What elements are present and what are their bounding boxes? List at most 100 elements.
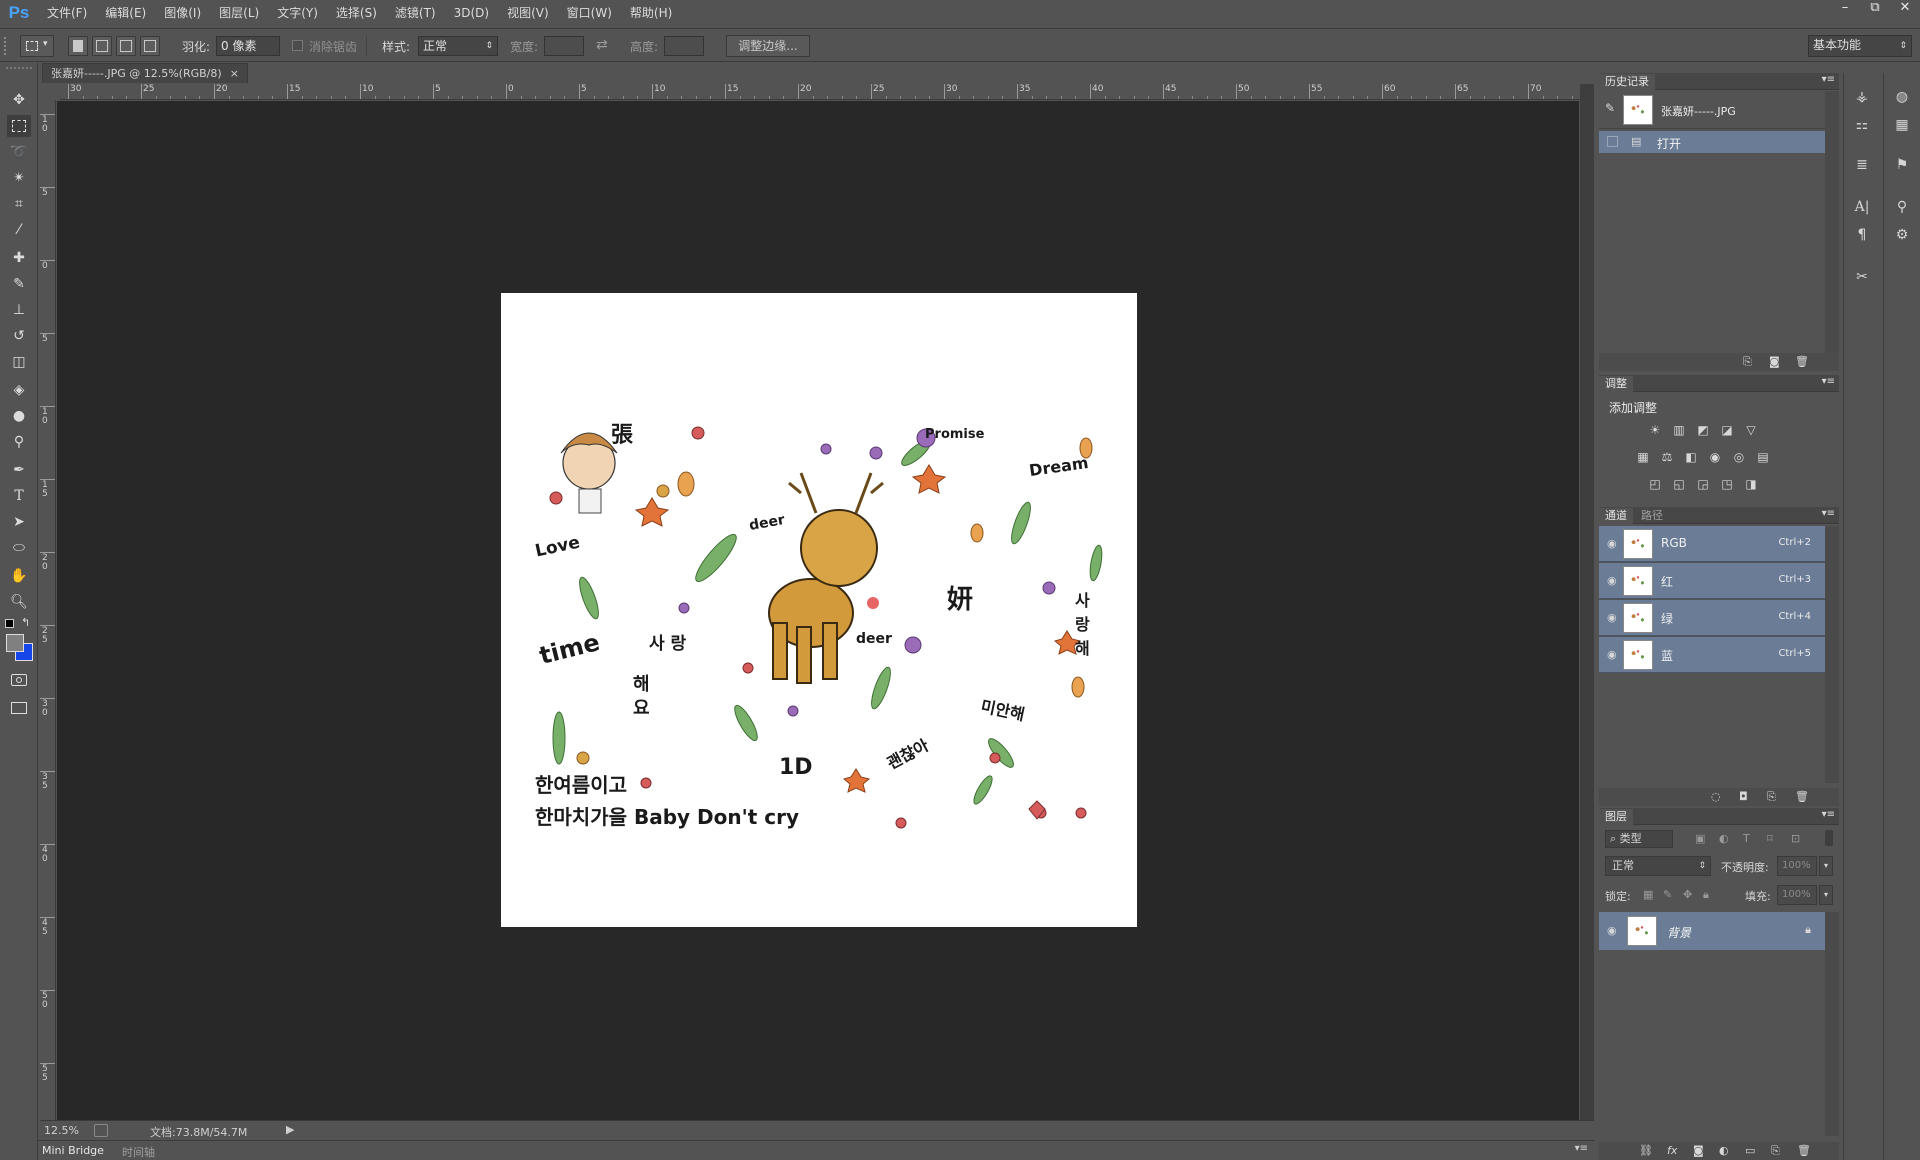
proof-icon[interactable] bbox=[94, 1124, 108, 1137]
panel-menu-icon[interactable]: ▾≡ bbox=[1822, 809, 1835, 820]
styles-icon[interactable]: ⚑ bbox=[1892, 155, 1912, 175]
color-balance-icon[interactable]: ⚖ bbox=[1659, 450, 1675, 464]
opacity-input[interactable]: 100% bbox=[1777, 856, 1817, 876]
load-selection-icon[interactable]: ◌ bbox=[1711, 790, 1721, 803]
timeline-tab[interactable]: 时间轴 bbox=[122, 1144, 155, 1160]
restore-button[interactable]: ⧉ bbox=[1860, 0, 1890, 18]
photo-filter-icon[interactable]: ◉ bbox=[1707, 450, 1723, 464]
history-snapshot[interactable]: ✎ 张嘉妍-----.JPG bbox=[1599, 91, 1825, 129]
link-layers-icon[interactable]: ⛓︎ bbox=[1639, 1144, 1653, 1157]
tool-presets-icon[interactable]: ≣ bbox=[1852, 155, 1872, 175]
selective-color-icon[interactable]: ◳ bbox=[1719, 477, 1735, 491]
eyedropper-tool-icon[interactable]: ⁄ bbox=[7, 219, 31, 241]
channel-mixer-icon[interactable]: ◎ bbox=[1731, 450, 1747, 464]
menu-layer[interactable]: 图层(L) bbox=[210, 0, 268, 26]
channel-row-green[interactable]: ◉ 绿 Ctrl+4 bbox=[1599, 600, 1825, 636]
channel-row-rgb[interactable]: ◉ RGB Ctrl+2 bbox=[1599, 526, 1825, 562]
type-tool-icon[interactable]: T bbox=[7, 485, 31, 507]
history-scrollbar[interactable] bbox=[1825, 91, 1839, 371]
menu-type[interactable]: 文字(Y) bbox=[268, 0, 327, 26]
style-select[interactable]: 正常 ⇕ bbox=[418, 36, 498, 56]
new-selection-button[interactable] bbox=[68, 36, 88, 56]
invert-icon[interactable]: ◰ bbox=[1647, 477, 1663, 491]
fill-slider-toggle[interactable]: ▾ bbox=[1819, 885, 1833, 905]
layers-scrollbar[interactable] bbox=[1825, 912, 1839, 1136]
menu-window[interactable]: 窗口(W) bbox=[558, 0, 621, 26]
layer-style-icon[interactable]: fx bbox=[1667, 1144, 1677, 1157]
gradient-map-icon[interactable]: ◨ bbox=[1743, 477, 1759, 491]
zoom-level[interactable]: 12.5% bbox=[44, 1124, 79, 1137]
default-colors-icon[interactable] bbox=[5, 619, 14, 628]
history-brush-tool-icon[interactable]: ↺ bbox=[7, 325, 31, 347]
vertical-scrollbar[interactable] bbox=[1580, 84, 1594, 1120]
panel-menu-icon[interactable]: ▾≡ bbox=[1822, 376, 1835, 387]
tab-paths[interactable]: 路径 bbox=[1635, 508, 1669, 524]
healing-brush-tool-icon[interactable]: ✚ bbox=[7, 247, 31, 269]
dodge-tool-icon[interactable]: ⚲ bbox=[7, 431, 31, 453]
menu-file[interactable]: 文件(F) bbox=[38, 0, 96, 26]
filter-smart-object-icon[interactable]: ⊡ bbox=[1791, 832, 1800, 845]
save-selection-icon[interactable]: ◘ bbox=[1739, 790, 1748, 803]
height-input[interactable] bbox=[664, 36, 704, 56]
trash-icon[interactable]: 🗑︎ bbox=[1795, 790, 1809, 803]
panel-menu-icon[interactable]: ▾≡ bbox=[1822, 508, 1835, 519]
tool-settings-icon[interactable]: ✂ bbox=[1852, 267, 1872, 287]
close-window-button[interactable]: ✕ bbox=[1890, 0, 1920, 18]
refine-edge-button[interactable]: 调整边缘... bbox=[726, 35, 810, 57]
zoom-tool-icon[interactable]: 🔍︎ bbox=[7, 591, 31, 613]
threshold-icon[interactable]: ◲ bbox=[1695, 477, 1711, 491]
channel-row-blue[interactable]: ◉ 蓝 Ctrl+5 bbox=[1599, 637, 1825, 673]
feather-input[interactable]: 0 像素 bbox=[216, 36, 280, 56]
levels-icon[interactable]: ▥ bbox=[1671, 423, 1687, 437]
pen-tool-icon[interactable]: ✒ bbox=[7, 459, 31, 481]
eye-icon[interactable]: ◉ bbox=[1607, 537, 1617, 550]
paint-bucket-tool-icon[interactable]: ◈ bbox=[7, 379, 31, 401]
hand-tool-icon[interactable]: ✋ bbox=[7, 565, 31, 587]
swap-colors-icon[interactable]: ↰ bbox=[21, 616, 30, 629]
menu-filter[interactable]: 滤镜(T) bbox=[386, 0, 445, 26]
history-brush-source-icon[interactable]: ✎ bbox=[1605, 101, 1615, 115]
intersect-selection-button[interactable] bbox=[140, 36, 160, 56]
exposure-icon[interactable]: ◪ bbox=[1719, 423, 1735, 437]
document-tab[interactable]: 张嘉妍-----.JPG @ 12.5%(RGB/8) × bbox=[42, 63, 248, 83]
panel-menu-icon[interactable]: ▾≡ bbox=[1822, 74, 1835, 85]
filter-adjustment-icon[interactable]: ◐ bbox=[1719, 832, 1729, 845]
menu-view[interactable]: 视图(V) bbox=[498, 0, 558, 26]
eraser-tool-icon[interactable]: ◫ bbox=[7, 351, 31, 373]
menu-3d[interactable]: 3D(D) bbox=[445, 0, 498, 26]
horizontal-ruler[interactable]: 30 25 20 15 10 5 0 5 10 15 20 25 30 35 40 45 50 55 60 65 70 bbox=[60, 84, 1580, 100]
status-menu-arrow-icon[interactable]: ▶ bbox=[286, 1123, 294, 1136]
add-selection-button[interactable] bbox=[92, 36, 112, 56]
grip-handle[interactable] bbox=[6, 67, 32, 71]
trash-icon[interactable]: 🗑︎ bbox=[1797, 1144, 1811, 1157]
tab-layers[interactable]: 图层 bbox=[1599, 809, 1633, 825]
paragraph-icon[interactable]: ¶ bbox=[1852, 225, 1872, 245]
color-lookup-icon[interactable]: ▤ bbox=[1755, 450, 1771, 464]
vertical-ruler[interactable]: 1 0 5 0 5 1 0 1 5 2 0 2 5 3 0 3 5 4 0 4 5 5 0 5 5 bbox=[40, 100, 56, 1120]
close-tab-icon[interactable]: × bbox=[230, 64, 239, 83]
new-document-from-state-icon[interactable]: ⎘ bbox=[1743, 355, 1752, 369]
workspace-select[interactable]: 基本功能 ⇕ bbox=[1808, 35, 1912, 57]
trash-icon[interactable]: 🗑︎ bbox=[1795, 355, 1809, 368]
history-item-open[interactable]: ▤ 打开 bbox=[1599, 131, 1825, 153]
clone-stamp-tool-icon[interactable]: ⊥ bbox=[7, 299, 31, 321]
panel-menu-icon[interactable]: ▾≡ bbox=[1575, 1143, 1588, 1154]
ruler-origin[interactable] bbox=[40, 84, 60, 100]
foreground-color-swatch[interactable] bbox=[6, 634, 24, 652]
opacity-slider-toggle[interactable]: ▾ bbox=[1819, 856, 1833, 876]
tab-adjustments[interactable]: 调整 bbox=[1599, 376, 1633, 392]
vibrance-icon[interactable]: ▽ bbox=[1743, 423, 1759, 437]
filter-toggle[interactable] bbox=[1825, 830, 1833, 846]
lock-transparent-icon[interactable]: ▦ bbox=[1643, 888, 1653, 901]
new-adjustment-layer-icon[interactable]: ◐ bbox=[1719, 1144, 1729, 1157]
lock-position-icon[interactable]: ✥ bbox=[1683, 888, 1692, 901]
document-image[interactable]: 張 Promise Dream Love deer time 사 랑 해 요 d… bbox=[501, 293, 1137, 927]
antialias-checkbox[interactable] bbox=[292, 40, 303, 51]
new-channel-icon[interactable]: ⎘ bbox=[1767, 790, 1776, 804]
history-checkbox[interactable] bbox=[1607, 136, 1618, 147]
screen-mode-icon[interactable] bbox=[7, 697, 31, 719]
ellipse-tool-icon[interactable]: ⬭ bbox=[7, 537, 31, 559]
tool-preset-picker[interactable]: ▾ bbox=[20, 35, 54, 57]
color-icon[interactable]: ◍ bbox=[1892, 87, 1912, 107]
channel-row-red[interactable]: ◉ 红 Ctrl+3 bbox=[1599, 563, 1825, 599]
